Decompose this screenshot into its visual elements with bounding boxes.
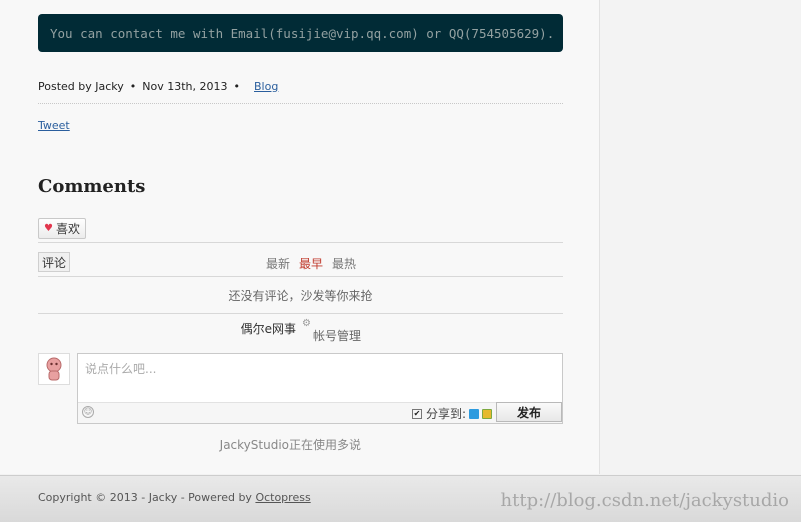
share-checkbox[interactable]: ✔: [411, 408, 422, 419]
account-bar: 偶尔e网事 ⚙ 帐号管理: [241, 318, 361, 344]
main-content: You can contact me with Email(fusijie@vi…: [0, 0, 600, 474]
meta-divider: [38, 103, 563, 104]
like-button[interactable]: ♥ 喜欢: [38, 218, 86, 239]
copyright-text: Copyright © 2013 - Jacky - Powered by: [38, 491, 256, 504]
user-name-link[interactable]: 偶尔e网事: [241, 320, 296, 337]
sort-earliest[interactable]: 最早: [299, 255, 323, 272]
sort-hottest[interactable]: 最热: [332, 255, 356, 272]
duoshuo-powered[interactable]: JackyStudio正在使用多说: [220, 436, 361, 453]
share-options: ✔ 分享到:: [411, 405, 492, 422]
footer: Copyright © 2013 - Jacky - Powered by Oc…: [0, 475, 801, 522]
weibo-icon[interactable]: [469, 408, 479, 419]
meta-separator: •: [233, 80, 241, 93]
meta-separator: •: [129, 80, 137, 93]
comment-box: ☺ ✔ 分享到: 发布: [77, 353, 563, 424]
comment-toolbar: ☺ ✔ 分享到: 发布: [78, 402, 562, 423]
smile-icon[interactable]: ☺: [82, 406, 94, 418]
publish-label: 发布: [516, 405, 541, 420]
contact-code-text: You can contact me with Email(fusijie@vi…: [50, 25, 555, 41]
comments-divider: [38, 242, 563, 243]
like-label: 喜欢: [55, 222, 80, 236]
avatar-icon: [46, 357, 62, 381]
contact-code-block: You can contact me with Email(fusijie@vi…: [38, 14, 563, 52]
publish-button[interactable]: 发布: [496, 402, 562, 422]
comments-divider: [38, 276, 563, 277]
sort-newest[interactable]: 最新: [266, 255, 290, 272]
post-meta: Posted by Jacky • Nov 13th, 2013 • Blog: [38, 80, 278, 93]
octopress-link[interactable]: Octopress: [255, 491, 310, 504]
tab-comments-label: 评论: [42, 255, 67, 270]
avatar: [38, 353, 70, 385]
comment-sort: 最新 最早 最热: [266, 255, 356, 272]
heart-icon: ♥: [44, 223, 53, 234]
sidebar: [600, 0, 801, 474]
comments-divider: [38, 313, 563, 314]
post-date: Nov 13th, 2013: [142, 80, 228, 93]
comments-title: Comments: [38, 176, 146, 197]
qzone-icon[interactable]: [482, 408, 492, 419]
copyright: Copyright © 2013 - Jacky - Powered by Oc…: [38, 491, 311, 504]
empty-comments-message: 还没有评论，沙发等你来抢: [228, 289, 373, 303]
posted-by: Posted by Jacky: [38, 80, 124, 93]
comment-input[interactable]: [78, 354, 562, 403]
tab-comments[interactable]: 评论: [38, 252, 71, 272]
gear-icon[interactable]: ⚙: [302, 318, 311, 329]
watermark: http://blog.csdn.net/jackystudio: [500, 490, 789, 511]
share-label: 分享到:: [425, 407, 466, 421]
tweet-link[interactable]: Tweet: [38, 119, 70, 132]
account-manage-link[interactable]: 帐号管理: [313, 327, 361, 344]
category-link[interactable]: Blog: [254, 80, 278, 93]
